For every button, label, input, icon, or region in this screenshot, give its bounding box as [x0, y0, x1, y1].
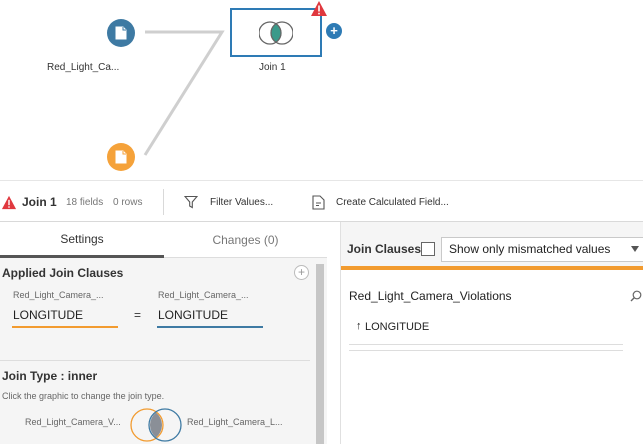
warning-icon[interactable]: [310, 0, 328, 17]
clause-field-row[interactable]: ↑ LONGITUDE: [349, 313, 623, 345]
join-type-venn-diagram[interactable]: [128, 408, 184, 442]
clause-field-name: LONGITUDE: [365, 321, 430, 333]
chevron-down-icon: [631, 246, 639, 252]
search-icon[interactable]: [630, 290, 642, 302]
right-source-label: Red_Light_Camera_...: [158, 290, 249, 300]
join-clauses-title: Join Clauses: [347, 242, 422, 256]
section-divider: [0, 360, 310, 361]
venn-left-label: Red_Light_Camera_V...: [25, 417, 121, 427]
settings-tabs: Settings Changes (0): [0, 222, 327, 258]
warning-icon: [1, 195, 17, 209]
tab-changes[interactable]: Changes (0): [164, 222, 327, 258]
mismatched-checkbox[interactable]: [421, 242, 435, 256]
join-operator[interactable]: =: [134, 308, 141, 322]
toolbar-divider: [163, 189, 164, 215]
row-divider: [349, 350, 623, 351]
calculated-field-icon[interactable]: [312, 181, 325, 223]
tab-settings[interactable]: Settings: [0, 222, 164, 258]
sort-ascending-icon[interactable]: ↑: [356, 320, 362, 332]
step-warning[interactable]: [1, 181, 17, 223]
join-clauses-pane: Join Clauses Show only mismatched values…: [340, 222, 643, 444]
filter-values-button[interactable]: Filter Values...: [210, 181, 273, 223]
join-node[interactable]: [230, 8, 322, 57]
applied-join-clauses-title: Applied Join Clauses: [2, 266, 124, 280]
document-icon: [115, 26, 127, 40]
settings-scrollbar[interactable]: [316, 264, 324, 444]
row-count: 0 rows: [113, 196, 143, 208]
add-step-button[interactable]: +: [326, 23, 342, 39]
input-node-1-label: Red_Light_Ca...: [47, 62, 120, 73]
input-node-2[interactable]: [107, 143, 135, 171]
join-type-hint: Click the graphic to change the join typ…: [2, 391, 165, 401]
mismatch-filter-value: Show only mismatched values: [449, 242, 611, 256]
step-toolbar: Join 1 18 fields 0 rows Filter Values...…: [0, 180, 643, 222]
add-join-clause-button[interactable]: +: [294, 265, 309, 280]
venn-right-label: Red_Light_Camera_L...: [187, 417, 283, 427]
mismatch-filter-select[interactable]: Show only mismatched values: [441, 237, 643, 262]
settings-pane: Settings Changes (0) Applied Join Clause…: [0, 222, 327, 444]
clause-source-name: Red_Light_Camera_Violations: [349, 289, 512, 303]
venn-inner-join-icon: [259, 20, 293, 45]
input-node-1[interactable]: [107, 19, 135, 47]
step-name[interactable]: Join 1: [22, 181, 57, 223]
join-node-label: Join 1: [259, 62, 286, 73]
left-source-label: Red_Light_Camera_...: [13, 290, 104, 300]
right-join-field[interactable]: LONGITUDE: [157, 304, 263, 328]
create-calculated-field-button[interactable]: Create Calculated Field...: [336, 181, 449, 223]
document-icon: [115, 150, 127, 164]
field-count: 18 fields: [66, 196, 104, 208]
left-join-field[interactable]: LONGITUDE: [12, 304, 118, 328]
join-type-title: Join Type : inner: [2, 369, 98, 383]
filter-icon[interactable]: [184, 181, 198, 223]
join-clauses-header: Join Clauses Show only mismatched values: [341, 222, 643, 270]
flow-canvas: Red_Light_Ca... + Join 1: [0, 0, 643, 180]
